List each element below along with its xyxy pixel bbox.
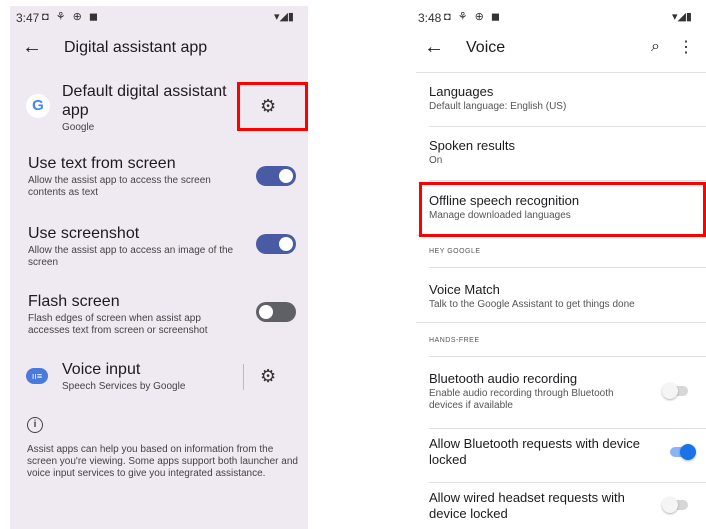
default-assistant-title: Default digital assistant app — [62, 83, 227, 119]
info-icon: i — [27, 417, 43, 433]
spoken-results-title: Spoken results — [429, 138, 515, 153]
left-screen: 3:47 ◘ ⚘ ⊕ ◼ ▾◢▮ ← Digital assistant app… — [10, 6, 308, 529]
divider — [243, 364, 244, 390]
bluetooth-locked-switch[interactable] — [670, 444, 696, 460]
voice-match-item[interactable]: Voice Match Talk to the Google Assistant… — [429, 282, 706, 322]
screenshot-toggle[interactable] — [256, 234, 296, 254]
gear-icon[interactable]: ⚙ — [260, 366, 276, 387]
page-title: Voice — [466, 39, 506, 56]
status-time: 3:47 — [16, 11, 40, 25]
section-header-hey-google: HEY GOOGLE — [429, 248, 481, 255]
section-header-hands-free: HANDS-FREE — [429, 337, 480, 344]
divider — [416, 322, 706, 323]
back-arrow-icon[interactable]: ← — [424, 36, 444, 59]
list-item-flash-screen[interactable]: Flash screen Flash edges of screen when … — [10, 292, 308, 342]
wired-locked-title: Allow wired headset requests with device… — [429, 490, 625, 521]
page-title: Digital assistant app — [64, 39, 208, 56]
item-subtitle: Allow the assist app to access an image … — [28, 245, 234, 268]
spoken-results-item[interactable]: Spoken results On — [429, 138, 706, 178]
google-logo-icon: G — [26, 94, 50, 118]
divider — [429, 428, 706, 429]
item-title: Flash screen — [28, 293, 120, 310]
notification-icons: ◘ ⚘ ⊕ ◼ — [42, 11, 101, 23]
divider — [429, 356, 706, 357]
languages-subtitle: Default language: English (US) — [429, 101, 567, 112]
voice-input-subtitle: Speech Services by Google — [62, 381, 186, 392]
item-subtitle: Allow the assist app to access the scree… — [28, 175, 211, 198]
divider — [429, 126, 706, 127]
voice-match-title: Voice Match — [429, 282, 500, 297]
item-subtitle: Flash edges of screen when assist app ac… — [28, 313, 208, 336]
voice-input-row[interactable]: ıı≡ Voice input Speech Services by Googl… — [10, 360, 308, 400]
status-time: 3:48 — [418, 11, 442, 25]
more-vert-icon[interactable]: ⋮ — [678, 37, 694, 57]
voice-input-icon: ıı≡ — [26, 368, 48, 384]
status-bar: 3:48 ◘ ⚘ ⊕ ◼ ▾◢▮ — [412, 6, 706, 28]
list-item-text-from-screen[interactable]: Use text from screen Allow the assist ap… — [10, 154, 308, 204]
system-icons: ▾◢▮ — [671, 11, 692, 23]
divider — [429, 267, 706, 268]
bluetooth-locked-title: Allow Bluetooth requests with device loc… — [429, 436, 641, 467]
status-bar: 3:47 ◘ ⚘ ⊕ ◼ ▾◢▮ — [10, 6, 308, 28]
search-icon[interactable]: ⌕ — [651, 38, 660, 56]
voice-match-subtitle: Talk to the Google Assistant to get thin… — [429, 299, 635, 310]
list-item-screenshot[interactable]: Use screenshot Allow the assist app to a… — [10, 224, 308, 274]
languages-title: Languages — [429, 84, 494, 99]
item-title: Use text from screen — [28, 155, 176, 172]
wired-locked-switch[interactable] — [662, 497, 688, 513]
voice-input-title: Voice input — [62, 361, 141, 378]
flash-screen-toggle[interactable] — [256, 302, 296, 322]
app-bar: ← Digital assistant app — [10, 30, 308, 70]
bluetooth-audio-subtitle: Enable audio recording through Bluetooth… — [429, 388, 614, 411]
notification-icons: ◘ ⚘ ⊕ ◼ — [444, 11, 503, 23]
system-icons: ▾◢▮ — [273, 11, 294, 23]
bluetooth-locked-item[interactable]: Allow Bluetooth requests with device loc… — [429, 436, 706, 472]
item-title: Use screenshot — [28, 225, 140, 242]
bluetooth-audio-switch[interactable] — [662, 383, 688, 399]
spoken-results-subtitle: On — [429, 155, 443, 166]
divider — [429, 482, 706, 483]
highlight-box — [419, 182, 706, 237]
text-from-screen-toggle[interactable] — [256, 166, 296, 186]
bluetooth-audio-title: Bluetooth audio recording — [429, 371, 578, 386]
right-screen: 3:48 ◘ ⚘ ⊕ ◼ ▾◢▮ ← Voice ⌕ ⋮ Languages D… — [412, 6, 706, 529]
divider — [429, 180, 706, 181]
back-arrow-icon[interactable]: ← — [22, 36, 42, 59]
languages-item[interactable]: Languages Default language: English (US) — [429, 84, 706, 124]
default-assistant-subtitle: Google — [62, 122, 95, 133]
divider — [416, 72, 706, 73]
highlight-box — [237, 82, 308, 131]
info-text: Assist apps can help you based on inform… — [27, 444, 298, 479]
app-bar: ← Voice ⌕ ⋮ — [412, 30, 706, 70]
